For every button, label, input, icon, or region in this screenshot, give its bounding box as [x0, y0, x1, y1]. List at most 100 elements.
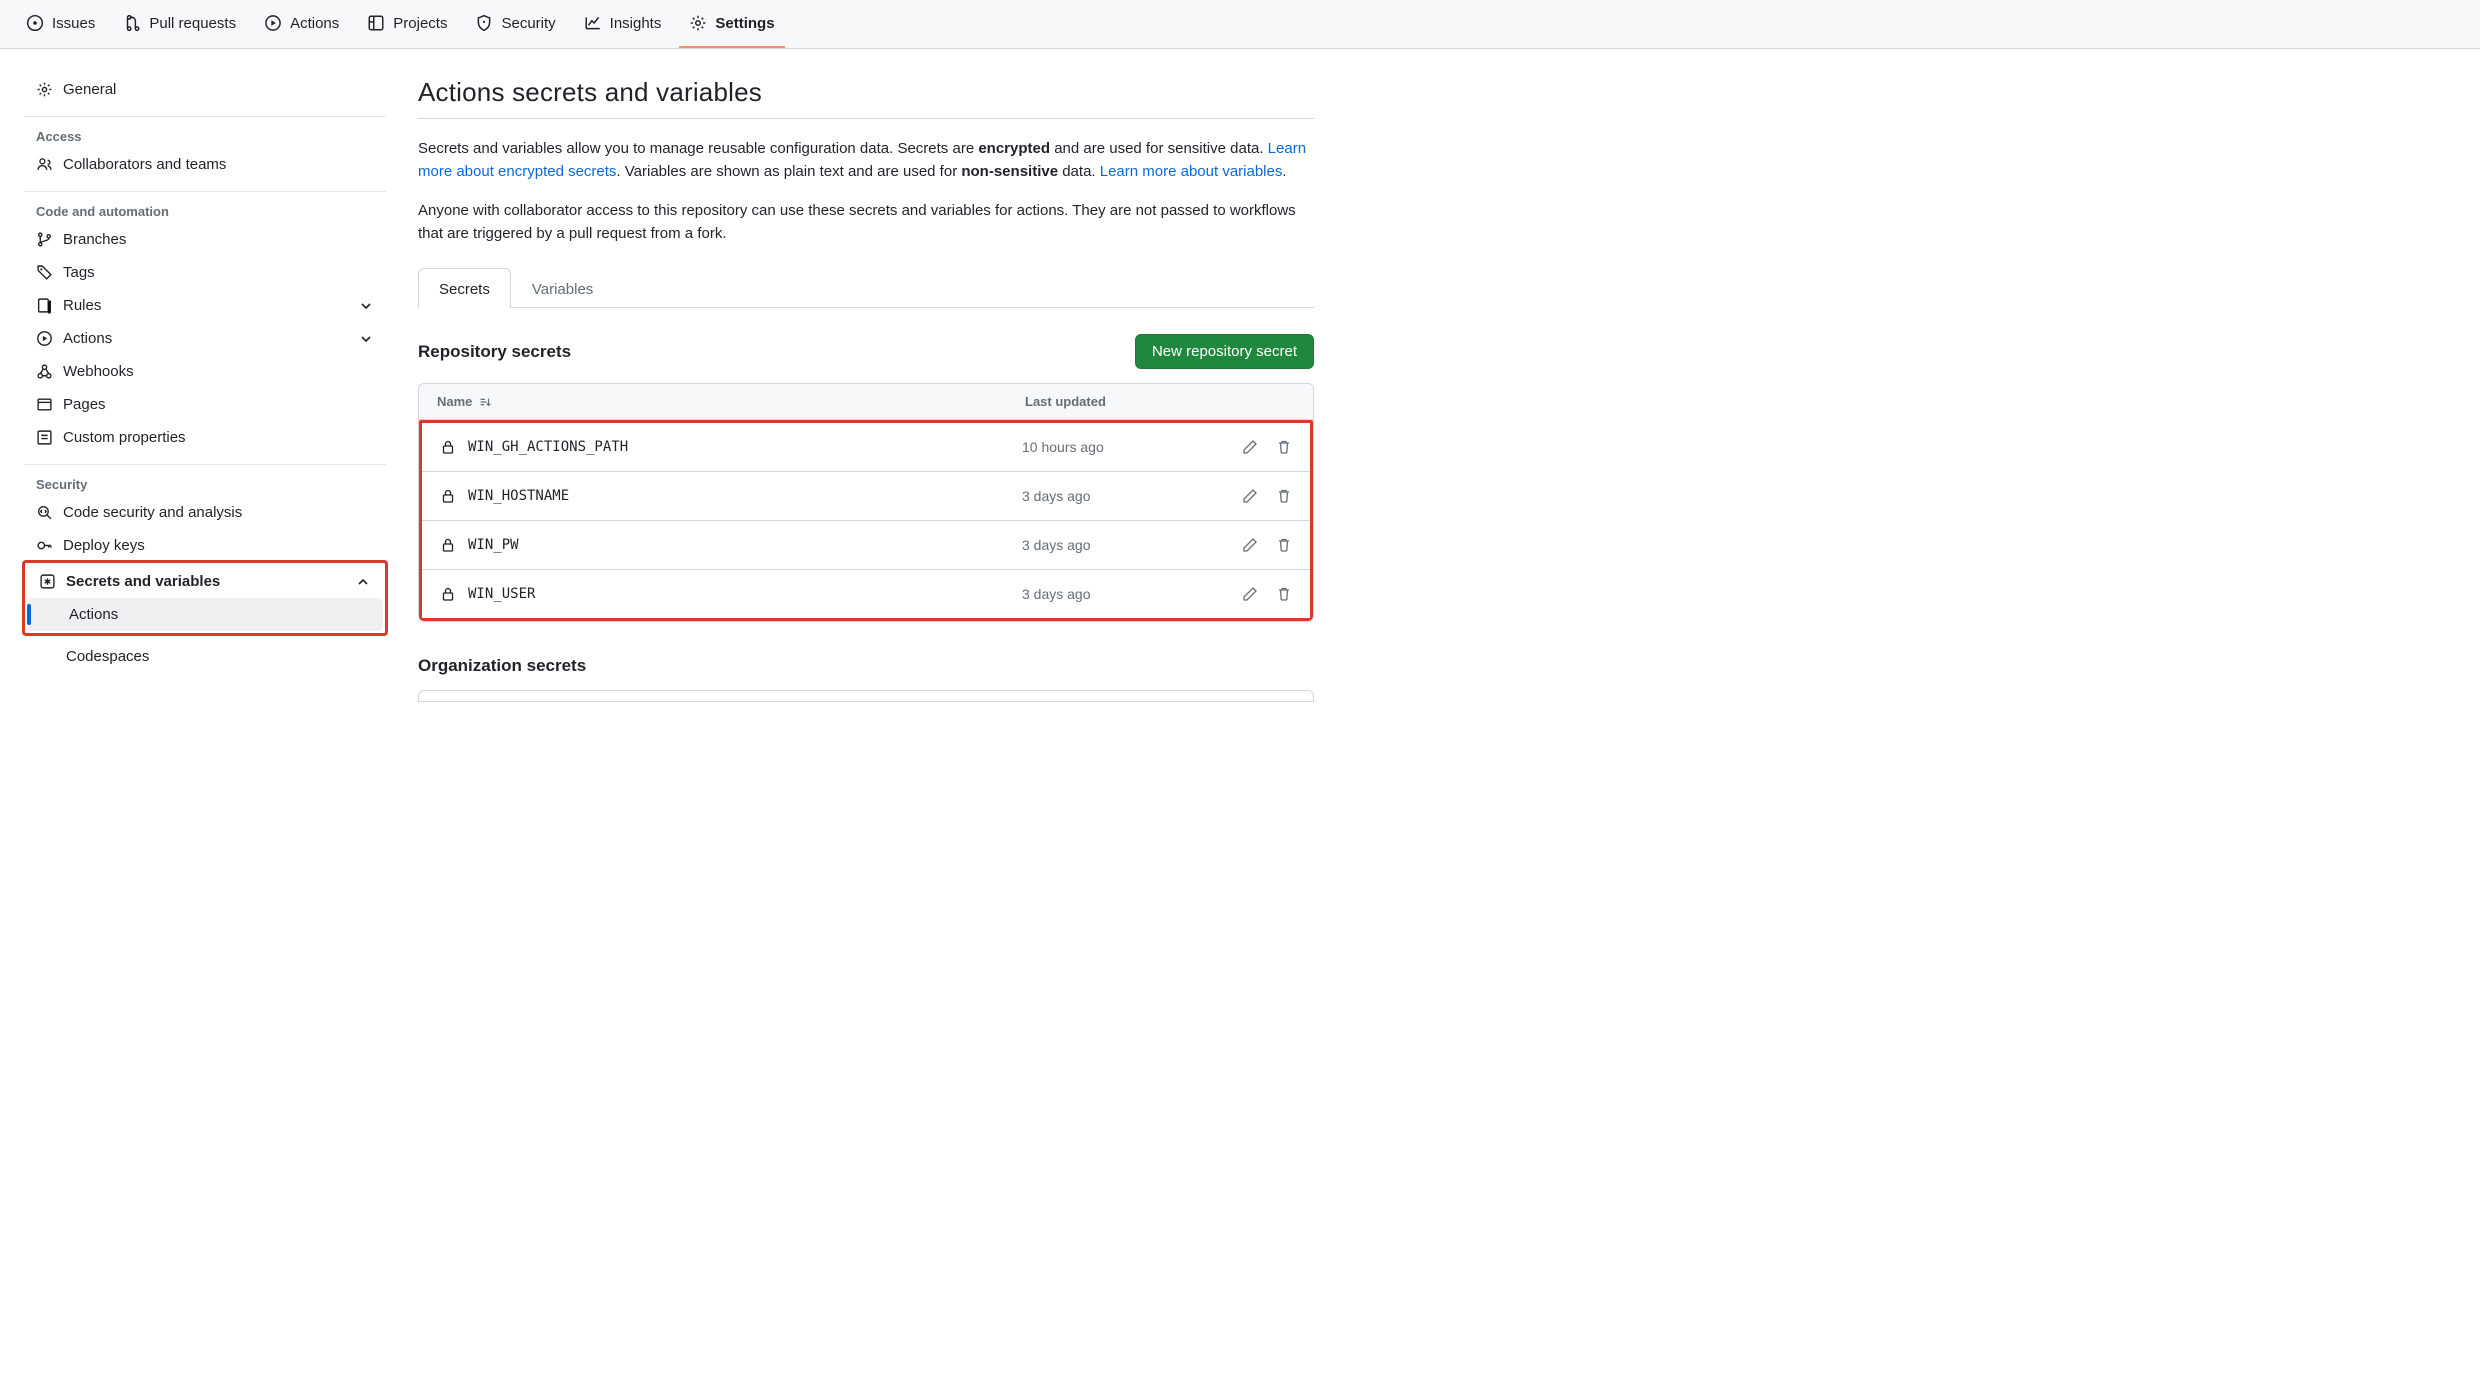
- secrets-table: Name Last updated WIN_GH_ACTIONS_PATH10 …: [418, 383, 1314, 622]
- delete-secret-button[interactable]: [1276, 439, 1292, 455]
- sidebar-subitem-actions[interactable]: Actions: [27, 598, 383, 631]
- secret-row: WIN_GH_ACTIONS_PATH10 hours ago: [422, 423, 1310, 471]
- lock-icon: [440, 537, 456, 553]
- browser-icon: [36, 396, 53, 413]
- sidebar-heading-code: Code and automation: [24, 194, 386, 223]
- people-icon: [36, 156, 53, 173]
- description-2: Anyone with collaborator access to this …: [418, 199, 1314, 246]
- repo-nav: Issues Pull requests Actions Projects Se…: [0, 0, 2480, 49]
- repository-secrets-heading: Repository secrets: [418, 342, 571, 362]
- sidebar-item-custom-properties[interactable]: Custom properties: [24, 421, 386, 454]
- play-icon: [36, 330, 53, 347]
- nav-actions[interactable]: Actions: [254, 0, 349, 48]
- tag-icon: [36, 264, 53, 281]
- sidebar-item-general[interactable]: General: [24, 73, 386, 106]
- edit-secret-button[interactable]: [1242, 488, 1258, 504]
- delete-secret-button[interactable]: [1276, 586, 1292, 602]
- rules-icon: [36, 297, 53, 314]
- sort-icon: [478, 395, 492, 409]
- secret-name-text: WIN_USER: [468, 586, 535, 602]
- lock-icon: [440, 586, 456, 602]
- tab-secrets[interactable]: Secrets: [418, 268, 511, 308]
- lock-icon: [440, 439, 456, 455]
- secret-row: WIN_USER 3 days ago: [422, 569, 1310, 618]
- delete-secret-button[interactable]: [1276, 537, 1292, 553]
- key-icon: [36, 537, 53, 554]
- nav-insights[interactable]: Insights: [574, 0, 672, 48]
- divider: [24, 191, 386, 192]
- nav-security[interactable]: Security: [465, 0, 565, 48]
- nav-actions-label: Actions: [290, 15, 339, 32]
- secret-updated: 3 days ago: [1022, 488, 1202, 504]
- secret-updated: 3 days ago: [1022, 586, 1202, 602]
- secret-name: WIN_USER: [440, 586, 1022, 602]
- git-pull-request-icon: [123, 14, 141, 32]
- nav-settings-label: Settings: [715, 15, 774, 32]
- sidebar-item-pages[interactable]: Pages: [24, 388, 386, 421]
- sidebar-webhooks-label: Webhooks: [63, 363, 134, 380]
- main-content: Actions secrets and variables Secrets an…: [418, 73, 1338, 702]
- sidebar-heading-access: Access: [24, 119, 386, 148]
- sidebar-item-rules[interactable]: Rules: [24, 289, 386, 322]
- nav-projects-label: Projects: [393, 15, 447, 32]
- edit-secret-button[interactable]: [1242, 439, 1258, 455]
- sidebar-subitem-codespaces[interactable]: Codespaces: [24, 640, 386, 673]
- col-header-name[interactable]: Name: [437, 394, 1025, 409]
- tab-variables[interactable]: Variables: [511, 268, 614, 308]
- sidebar-item-secrets-variables[interactable]: Secrets and variables: [27, 565, 383, 598]
- gear-icon: [36, 81, 53, 98]
- nav-settings[interactable]: Settings: [679, 0, 784, 48]
- edit-secret-button[interactable]: [1242, 586, 1258, 602]
- sidebar-item-webhooks[interactable]: Webhooks: [24, 355, 386, 388]
- nav-issues-label: Issues: [52, 15, 95, 32]
- nav-pull-requests[interactable]: Pull requests: [113, 0, 246, 48]
- secret-row: WIN_PW3 days ago: [422, 520, 1310, 569]
- nav-insights-label: Insights: [610, 15, 662, 32]
- sidebar-sub-codespaces-label: Codespaces: [66, 648, 149, 665]
- note-icon: [36, 429, 53, 446]
- graph-icon: [584, 14, 602, 32]
- sidebar-pages-label: Pages: [63, 396, 106, 413]
- sidebar-collaborators-label: Collaborators and teams: [63, 156, 226, 173]
- secret-updated: 3 days ago: [1022, 537, 1202, 553]
- git-branch-icon: [36, 231, 53, 248]
- sidebar-branches-label: Branches: [63, 231, 126, 248]
- sidebar-item-deploy-keys[interactable]: Deploy keys: [24, 529, 386, 562]
- gear-icon: [689, 14, 707, 32]
- organization-secrets-table: [418, 690, 1314, 702]
- sidebar-item-actions[interactable]: Actions: [24, 322, 386, 355]
- nav-security-label: Security: [501, 15, 555, 32]
- key-asterisk-icon: [39, 573, 56, 590]
- delete-secret-button[interactable]: [1276, 488, 1292, 504]
- nav-projects[interactable]: Projects: [357, 0, 457, 48]
- new-repository-secret-button[interactable]: New repository secret: [1135, 334, 1314, 369]
- col-header-actions: [1205, 394, 1295, 409]
- sidebar-sub-actions-label: Actions: [69, 606, 118, 623]
- sidebar-item-branches[interactable]: Branches: [24, 223, 386, 256]
- divider: [24, 116, 386, 117]
- sidebar-secrets-label: Secrets and variables: [66, 573, 220, 590]
- sidebar-item-code-security[interactable]: Code security and analysis: [24, 496, 386, 529]
- link-variables[interactable]: Learn more about variables: [1100, 163, 1283, 180]
- settings-sidebar: General Access Collaborators and teams C…: [24, 73, 394, 702]
- secret-name-text: WIN_HOSTNAME: [468, 488, 569, 504]
- sidebar-rules-label: Rules: [63, 297, 101, 314]
- sidebar-custom-label: Custom properties: [63, 429, 186, 446]
- divider: [24, 464, 386, 465]
- organization-secrets-heading: Organization secrets: [418, 656, 1314, 676]
- sidebar-general-label: General: [63, 81, 116, 98]
- sidebar-heading-security: Security: [24, 467, 386, 496]
- secret-name: WIN_HOSTNAME: [440, 488, 1022, 504]
- nav-issues[interactable]: Issues: [16, 0, 105, 48]
- page-title: Actions secrets and variables: [418, 77, 1314, 108]
- codescan-icon: [36, 504, 53, 521]
- secret-row: WIN_HOSTNAME 3 days ago: [422, 471, 1310, 520]
- shield-icon: [475, 14, 493, 32]
- sidebar-codesec-label: Code security and analysis: [63, 504, 242, 521]
- annotation-highlight-secrets: WIN_GH_ACTIONS_PATH10 hours agoWIN_HOSTN…: [419, 420, 1313, 621]
- sidebar-item-tags[interactable]: Tags: [24, 256, 386, 289]
- edit-secret-button[interactable]: [1242, 537, 1258, 553]
- secret-updated: 10 hours ago: [1022, 439, 1202, 455]
- sidebar-item-collaborators[interactable]: Collaborators and teams: [24, 148, 386, 181]
- nav-pulls-label: Pull requests: [149, 15, 236, 32]
